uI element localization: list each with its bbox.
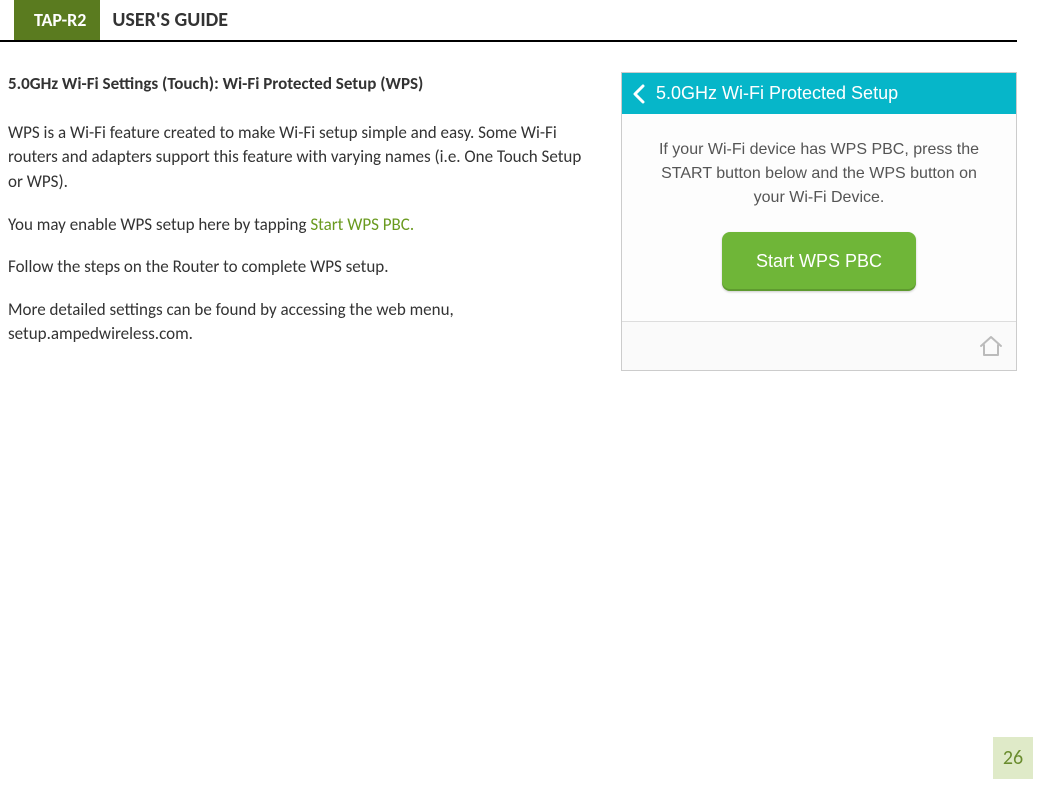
home-icon[interactable] (978, 334, 1004, 358)
paragraph-3: Follow the steps on the Router to comple… (8, 255, 597, 280)
text-column: 5.0GHz Wi-Fi Settings (Touch): Wi-Fi Pro… (8, 72, 597, 371)
page-number: 26 (993, 737, 1033, 779)
paragraph-4: More detailed settings can be found by a… (8, 298, 597, 347)
start-wps-pbc-button[interactable]: Start WPS PBC (722, 232, 916, 291)
document-title: USER'S GUIDE (100, 0, 240, 40)
section-heading: 5.0GHz Wi-Fi Settings (Touch): Wi-Fi Pro… (8, 72, 597, 97)
paragraph-2-prefix: You may enable WPS setup here by tapping (8, 214, 310, 235)
screen-instructions: If your Wi-Fi device has WPS PBC, press … (650, 138, 988, 210)
start-wps-pbc-text: Start WPS PBC. (310, 214, 414, 235)
screen-footer (622, 321, 1016, 370)
page-content: 5.0GHz Wi-Fi Settings (Touch): Wi-Fi Pro… (0, 42, 1041, 371)
screen-topbar: 5.0GHz Wi-Fi Protected Setup (622, 73, 1016, 114)
page-header: TAP-R2 USER'S GUIDE (0, 0, 1017, 42)
product-badge: TAP-R2 (14, 0, 100, 40)
screen-body: If your Wi-Fi device has WPS PBC, press … (622, 114, 1016, 321)
back-icon[interactable] (632, 84, 646, 104)
paragraph-2: You may enable WPS setup here by tapping… (8, 213, 597, 238)
paragraph-1: WPS is a Wi-Fi feature created to make W… (8, 121, 597, 195)
device-screenshot: 5.0GHz Wi-Fi Protected Setup If your Wi-… (621, 72, 1017, 371)
screen-title: 5.0GHz Wi-Fi Protected Setup (656, 83, 898, 104)
